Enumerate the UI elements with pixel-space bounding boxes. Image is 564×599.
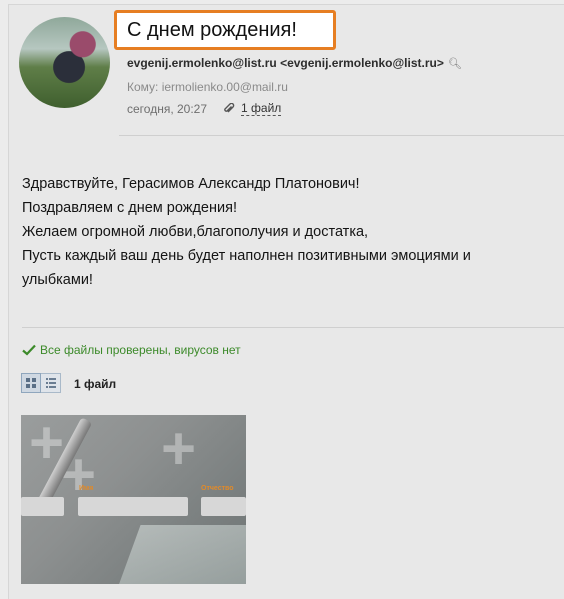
list-view-button[interactable] — [41, 373, 61, 393]
thumb-field — [201, 497, 246, 516]
grid-view-button[interactable] — [21, 373, 41, 393]
attachments-count: 1 файл — [74, 377, 117, 391]
body-line: Пусть каждый ваш день будет наполнен поз… — [22, 248, 471, 264]
attachment-thumbnail[interactable]: + + + Имя Отчество — [21, 415, 246, 584]
message-body: Здравствуйте, Герасимов Александр Платон… — [22, 172, 542, 292]
sender-avatar[interactable] — [19, 17, 110, 108]
body-line: Поздравляем с днем рождения! — [22, 200, 237, 216]
attachments-link[interactable]: 1 файл — [241, 102, 282, 116]
sender-address[interactable]: evgenij.ermolenko@list.ru <evgenij.ermol… — [127, 56, 444, 70]
view-toggle — [21, 373, 61, 393]
body-line: Желаем огромной любви,благополучия и дос… — [22, 224, 369, 240]
thumb-label-right: Отчество — [201, 485, 234, 492]
list-view-icon — [45, 378, 56, 388]
message-meta: сегодня, 20:27 1 файл — [127, 102, 282, 116]
body-line: улыбками! — [22, 272, 93, 288]
thumb-label-left: Имя — [79, 485, 94, 492]
paper-shape — [111, 525, 246, 584]
grid-view-icon — [26, 378, 36, 388]
sender-line[interactable]: evgenij.ermolenko@list.ru <evgenij.ermol… — [127, 56, 462, 70]
search-icon[interactable]: 🔍︎ — [448, 58, 462, 70]
header-divider — [119, 135, 564, 136]
plus-mark: + — [161, 415, 197, 482]
virus-status-text: Все файлы проверены, вирусов нет — [40, 343, 241, 357]
recipient-text: Кому: iermolienko.00@mail.ru — [127, 80, 288, 94]
message-date: сегодня, 20:27 — [127, 102, 208, 116]
body-divider — [22, 327, 564, 328]
body-line: Здравствуйте, Герасимов Александр Платон… — [22, 176, 360, 192]
thumb-field — [21, 497, 64, 516]
recipient-line: Кому: iermolienko.00@mail.ru — [127, 80, 288, 94]
subject-text: С днем рождения! — [127, 18, 297, 41]
thumb-field — [78, 497, 188, 516]
message-subject: С днем рождения! — [114, 10, 336, 50]
check-icon — [22, 344, 36, 356]
paperclip-icon — [224, 103, 235, 113]
virus-status: Все файлы проверены, вирусов нет — [22, 343, 241, 357]
